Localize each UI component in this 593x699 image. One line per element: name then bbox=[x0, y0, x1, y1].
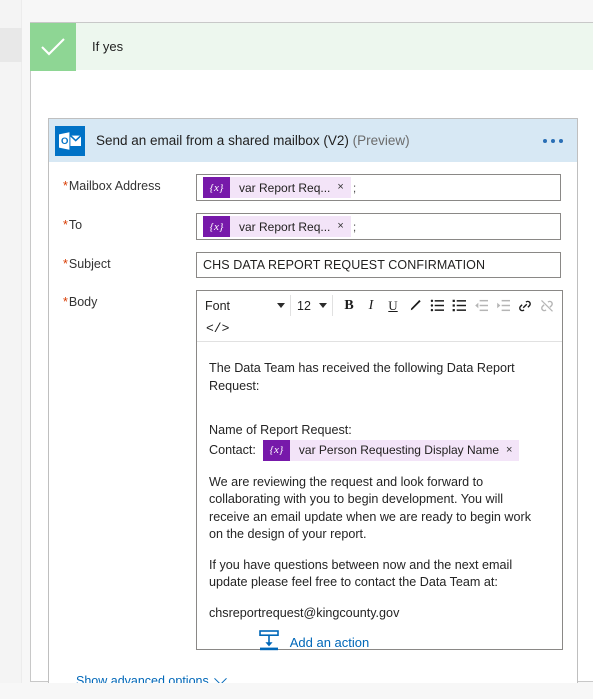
code-view-button[interactable]: </> bbox=[201, 318, 229, 339]
left-gutter-block bbox=[0, 28, 22, 62]
to-label: *To bbox=[63, 218, 83, 232]
svg-text:O: O bbox=[61, 136, 68, 147]
variable-token-label: var Report Req... bbox=[239, 219, 331, 234]
numbered-list-icon[interactable] bbox=[448, 295, 470, 316]
variable-token-label: var Report Req... bbox=[239, 180, 331, 195]
remove-token-icon[interactable]: × bbox=[337, 221, 350, 232]
body-paragraph-4: If you have questions between now and th… bbox=[209, 557, 513, 590]
body-paragraph-5: chsreportrequest@kingcounty.gov bbox=[209, 605, 400, 620]
mailbox-address-input[interactable]: {x} var Report Req... × ; bbox=[196, 174, 561, 201]
pen-icon[interactable] bbox=[404, 295, 426, 316]
variable-badge-icon: {x} bbox=[262, 439, 290, 461]
chevron-down-icon bbox=[277, 303, 285, 308]
preview-badge: (Preview) bbox=[352, 133, 410, 148]
body-paragraph-3: We are reviewing the request and look fo… bbox=[209, 474, 532, 542]
if-yes-branch-header[interactable]: If yes bbox=[30, 22, 593, 71]
send-email-action-card: O Send an email from a shared mailbox (V… bbox=[48, 118, 578, 699]
field-row-body: *Body Font 12 B I U </> The Data Team ha… bbox=[63, 290, 569, 650]
action-card-title: Send an email from a shared mailbox (V2)… bbox=[91, 133, 410, 148]
checkmark-icon bbox=[30, 23, 76, 71]
field-row-mailbox-address: *Mailbox Address {x} var Report Req... ×… bbox=[63, 174, 569, 201]
remove-token-icon[interactable]: × bbox=[337, 182, 350, 193]
body-label: *Body bbox=[63, 295, 98, 309]
body-rich-text-editor[interactable]: Font 12 B I U </> The Data Team has rece… bbox=[196, 290, 563, 650]
variable-token-label: var Person Requesting Display Name bbox=[298, 443, 499, 457]
add-an-action-label: Add an action bbox=[289, 635, 370, 650]
action-card-header[interactable]: O Send an email from a shared mailbox (V… bbox=[49, 119, 577, 162]
increase-indent-icon[interactable] bbox=[492, 295, 514, 316]
font-size-value: 12 bbox=[297, 298, 311, 313]
field-separator: ; bbox=[352, 219, 357, 234]
field-row-to: *To {x} var Report Req... × ; bbox=[63, 213, 569, 240]
body-contact-line: Contact: {x} var Person Requesting Displ… bbox=[209, 439, 544, 461]
link-icon[interactable] bbox=[514, 295, 536, 316]
action-form: *Mailbox Address {x} var Report Req... ×… bbox=[49, 162, 577, 699]
underline-button[interactable]: U bbox=[382, 295, 404, 316]
required-asterisk: * bbox=[63, 257, 68, 271]
to-input[interactable]: {x} var Report Req... × ; bbox=[196, 213, 561, 240]
flow-designer-canvas: If yes O Send an email from a shared mai… bbox=[0, 0, 593, 699]
bold-button[interactable]: B bbox=[338, 295, 360, 316]
subject-label: *Subject bbox=[63, 257, 111, 271]
field-row-subject: *Subject CHS DATA REPORT REQUEST CONFIRM… bbox=[63, 252, 569, 278]
font-family-dropdown[interactable]: Font bbox=[201, 295, 291, 316]
insert-below-icon bbox=[257, 628, 281, 657]
decrease-indent-icon[interactable] bbox=[470, 295, 492, 316]
body-paragraph-1: The Data Team has received the following… bbox=[209, 361, 515, 393]
ellipsis-icon[interactable] bbox=[541, 133, 565, 149]
variable-token[interactable]: {x} var Report Req... × bbox=[203, 216, 351, 237]
field-separator: ; bbox=[352, 180, 357, 195]
chevron-down-icon bbox=[319, 303, 327, 308]
add-an-action-button[interactable]: Add an action bbox=[257, 628, 370, 657]
font-size-dropdown[interactable]: 12 bbox=[295, 295, 333, 316]
mailbox-address-label: *Mailbox Address bbox=[63, 179, 161, 193]
body-paragraph-2: Name of Report Request: bbox=[209, 423, 352, 437]
font-family-value: Font bbox=[205, 298, 231, 313]
bulleted-list-icon[interactable] bbox=[426, 295, 448, 316]
if-yes-label: If yes bbox=[92, 39, 124, 54]
left-gutter bbox=[0, 0, 22, 699]
variable-badge-icon: {x} bbox=[203, 177, 230, 198]
variable-badge-icon: {x} bbox=[203, 216, 230, 237]
canvas-bottom-strip bbox=[0, 683, 593, 699]
unlink-icon[interactable] bbox=[536, 295, 558, 316]
variable-token[interactable]: {x} var Report Req... × bbox=[203, 177, 351, 198]
required-asterisk: * bbox=[63, 295, 68, 309]
required-asterisk: * bbox=[63, 218, 68, 232]
remove-token-icon[interactable]: × bbox=[506, 444, 519, 456]
italic-button[interactable]: I bbox=[360, 295, 382, 316]
action-title-text: Send an email from a shared mailbox (V2) bbox=[96, 133, 349, 148]
subject-value: CHS DATA REPORT REQUEST CONFIRMATION bbox=[203, 258, 486, 272]
subject-input[interactable]: CHS DATA REPORT REQUEST CONFIRMATION bbox=[196, 252, 561, 278]
contact-label: Contact: bbox=[209, 443, 256, 457]
editor-toolbar: Font 12 B I U </> bbox=[197, 291, 562, 342]
add-action-row: Add an action bbox=[48, 628, 578, 657]
email-body-content[interactable]: The Data Team has received the following… bbox=[197, 342, 562, 649]
variable-token[interactable]: {x} var Person Requesting Display Name × bbox=[262, 439, 520, 461]
required-asterisk: * bbox=[63, 179, 68, 193]
outlook-icon: O bbox=[49, 120, 91, 162]
